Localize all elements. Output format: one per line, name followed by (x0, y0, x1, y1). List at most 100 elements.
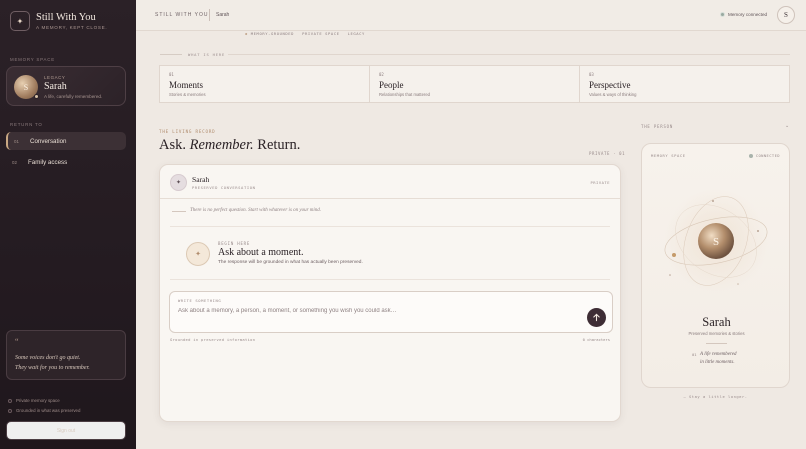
sign-out-button[interactable]: Sign out (6, 421, 126, 440)
person-quote: A life remembered in little moments. (700, 351, 760, 367)
quote-line: Some voices don't go quiet. (15, 355, 81, 361)
prompt-hint: There is no perfect question. Start with… (190, 208, 322, 213)
message-input[interactable] (178, 305, 568, 317)
card-title: Moments (169, 80, 204, 90)
breadcrumb-app[interactable]: STILL WITH YOU (155, 12, 208, 18)
nav-item-family-access[interactable]: 02 Family access (6, 153, 126, 171)
card-description: Stories & memories (169, 92, 206, 97)
headline-remember: Remember. (189, 137, 254, 153)
living-record-label: THE LIVING RECORD (159, 129, 216, 134)
sub-nav-item: MEMORY-GROUNDED (245, 31, 294, 36)
quote-card: “ Some voices don't go quiet. They wait … (6, 330, 126, 380)
memory-space-label: MEMORY SPACE (10, 57, 55, 62)
side-note-text: Grounded in what was preserved (16, 408, 81, 413)
status-dot-icon (720, 12, 725, 17)
top-bar: STILL WITH YOU Sarah Memory connected S (136, 0, 806, 31)
brand-subtitle: A MEMORY, KEPT CLOSE. (36, 25, 108, 30)
divider (160, 54, 182, 55)
nav-item-number: 01 (14, 138, 19, 144)
memory-status-text: Memory connected (728, 12, 768, 17)
user-avatar[interactable]: S (777, 6, 795, 24)
person-card: MEMORY SPACE CONNECTED S Sarah Preserved… (641, 143, 790, 388)
card-people[interactable]: 02 People Relationships that mattered (370, 66, 580, 102)
card-number: 01 (169, 72, 174, 77)
return-to-label: RETURN TO (10, 122, 43, 127)
divider (170, 226, 610, 227)
stay-note: — Stay a little longer. (683, 394, 748, 399)
orb-initial: S (713, 236, 719, 248)
breadcrumb-divider (209, 9, 210, 21)
quote-mark-icon: “ (15, 337, 19, 346)
grounded-note: Grounded in preserved information (170, 337, 256, 342)
sidebar: ✦ Still With You A MEMORY, KEPT CLOSE. M… (0, 0, 136, 449)
what-is-here-label: WHAT IS HERE (188, 52, 226, 57)
circle-icon (8, 398, 12, 403)
headline-return: Return. (257, 137, 301, 153)
memory-status: Memory connected (720, 12, 767, 17)
card-title: People (379, 80, 404, 90)
circle-icon (8, 408, 12, 413)
orbit-dot-icon (757, 230, 759, 232)
divider (228, 54, 790, 55)
conversation-header: ✦ Sarah PRESERVED CONVERSATION PRIVATE (160, 165, 620, 199)
card-perspective[interactable]: 03 Perspective Values & ways of thinking (580, 66, 789, 102)
card-description: Values & ways of thinking (589, 92, 637, 97)
send-button[interactable] (587, 308, 606, 327)
orbit-dot-icon (737, 283, 739, 285)
input-label: WRITE SOMETHING (178, 298, 222, 303)
person-panel-label: THE PERSON (641, 124, 674, 129)
card-description: Relationships that mattered (379, 92, 430, 97)
sparkle-icon: ✦ (170, 174, 187, 191)
orbit-dot-icon (669, 274, 671, 276)
private-badge: PRIVATE (590, 180, 610, 185)
conversation-panel: ✦ Sarah PRESERVED CONVERSATION PRIVATE T… (159, 164, 621, 422)
sub-nav-item: PRIVATE SPACE (302, 31, 340, 36)
online-dot-icon (34, 94, 39, 99)
sub-nav-item: LEGACY (347, 31, 365, 36)
legacy-tag: LEGACY (44, 75, 66, 80)
breadcrumb-person[interactable]: Sarah (216, 12, 229, 18)
conversation-name: Sarah (192, 175, 210, 184)
begin-sparkle-icon: ✦ (186, 242, 210, 266)
chevron-down-icon[interactable]: ⌄ (785, 123, 789, 129)
divider (706, 343, 727, 344)
begin-description: The response will be grounded in what ha… (218, 260, 363, 265)
card-title: Perspective (589, 80, 631, 90)
card-number: 03 (589, 72, 594, 77)
side-note-text: Private memory space (16, 398, 60, 403)
nav-item-number: 02 (12, 159, 17, 165)
quote-line: in little moments. (700, 360, 735, 365)
page-headline: Ask. Remember. Return. (159, 137, 300, 154)
memory-space-label: MEMORY SPACE (651, 153, 686, 158)
quote-line: A life remembered (700, 352, 737, 357)
card-moments[interactable]: 01 Moments Stories & memories (160, 66, 370, 102)
legacy-name: Sarah (44, 81, 67, 92)
legacy-description: A life, carefully remembered. (44, 94, 103, 99)
divider (170, 279, 610, 280)
nav-item-label: Family access (28, 158, 68, 166)
begin-title: Ask about a moment. (218, 247, 304, 258)
person-name: Sarah (702, 315, 731, 329)
message-composer: WRITE SOMETHING (169, 291, 613, 333)
begin-label: BEGIN HERE (218, 241, 251, 246)
brand-logo-icon: ✦ (10, 11, 30, 31)
connection-status: CONNECTED (748, 153, 780, 158)
quote-line: They wait for you to remember. (15, 365, 90, 371)
side-note-private: Private memory space (8, 398, 60, 403)
connection-status-text: CONNECTED (755, 153, 780, 158)
divider (172, 211, 186, 212)
card-number: 02 (379, 72, 384, 77)
orbit-illustration: S (664, 189, 768, 293)
side-note-grounded: Grounded in what was preserved (8, 408, 80, 413)
orbit-dot-icon (672, 253, 676, 257)
quote-text: Some voices don't go quiet. They wait fo… (15, 353, 123, 373)
sub-nav: MEMORY-GROUNDED PRIVATE SPACE LEGACY (245, 31, 365, 36)
nav-item-conversation[interactable]: 01 Conversation (6, 132, 126, 150)
private-tag: PRIVATE · 01 (589, 151, 626, 156)
brand-title: Still With You (36, 12, 96, 23)
conversation-subtitle: PRESERVED CONVERSATION (192, 185, 256, 190)
legacy-card[interactable]: S LEGACY Sarah A life, carefully remembe… (6, 66, 126, 106)
brand[interactable]: ✦ Still With You A MEMORY, KEPT CLOSE. (10, 11, 107, 31)
what-is-here-cards: 01 Moments Stories & memories 02 People … (159, 65, 790, 103)
orbit-dot-icon (712, 200, 714, 202)
